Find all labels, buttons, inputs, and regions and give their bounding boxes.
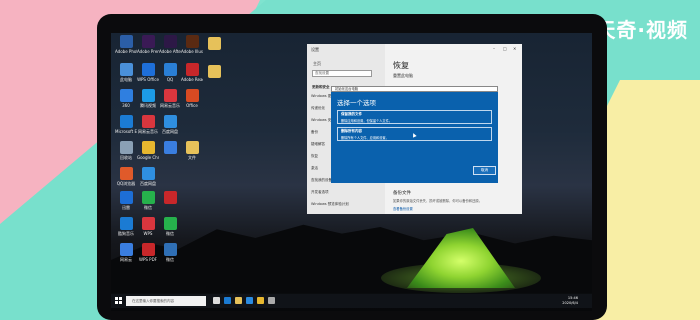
page-subtitle: 重置此电脑 [393,73,413,78]
desktop-icon[interactable] [203,37,225,50]
desktop-icon[interactable]: 百度网盘 [159,115,181,134]
taskbar: 在这里输入你要搜索的内容 15:46 2020/6/4 [111,294,592,308]
desktop-icon[interactable]: Adobe Reader [181,63,203,82]
page-title: 恢复 [393,61,409,70]
desktop-icon[interactable] [159,141,181,154]
desktop-icon[interactable]: Adobe After Effects [159,35,181,54]
backup-settings-link[interactable]: 查看备份设置 [393,206,413,211]
desktop-icon[interactable]: QQ [159,63,181,82]
option-description: 删除所有个人文件、应用和设置。 [341,136,389,140]
desktop-icon[interactable]: 微信 [137,191,159,210]
window-title: 设置 [311,47,319,52]
option-keep-files[interactable]: 保留我的文件 删除应用和设置，但保留个人文件。 [337,110,492,124]
option-title: 删除所有内容 [341,129,362,133]
desktop-icon[interactable]: 文件 [181,141,203,160]
desktop-icon[interactable] [159,191,181,204]
desktop-icon[interactable]: 网易云音乐 [159,89,181,108]
edge-icon[interactable] [224,297,231,304]
desktop-icon[interactable]: 百度网盘 [137,167,159,186]
sidebar-item[interactable]: 激活 [311,166,318,171]
clock-date: 2020/6/4 [562,300,578,305]
desktop-icon[interactable] [203,65,225,78]
backup-description: 如果你的原始文件丢失、损坏或被删除，你可以备份和还原。 [393,199,483,203]
desktop-icon[interactable]: 网易云 [115,243,137,262]
desktop-icon[interactable]: 网易云音乐 [137,115,159,134]
desktop-icon[interactable]: WPS Office [137,63,159,82]
desktop-icon[interactable]: WPS PDF [137,243,159,262]
sidebar-item[interactable]: 恢复 [311,154,318,159]
chrome-icon[interactable] [257,297,264,304]
sidebar-item[interactable]: 查找我的设备 [311,178,332,183]
desktop-icon[interactable]: Adobe Photoshop [115,35,137,54]
settings-search-input[interactable]: 查找设置 [312,70,372,77]
sidebar-item[interactable]: 疑难解答 [311,142,325,147]
dialog-title: 选择一个选项 [337,99,376,107]
desktop-icon[interactable]: 微信 [159,217,181,236]
sidebar-item[interactable]: Windows 预览体验计划 [311,202,349,207]
option-description: 删除应用和设置，但保留个人文件。 [341,119,392,123]
desktop-icon[interactable]: 回收站 [115,141,137,160]
desktop-icon[interactable]: Adobe Illustrator [181,35,203,54]
backup-heading: 备份文件 [393,191,411,196]
taskbar-search-input[interactable]: 在这里输入你要搜索的内容 [126,296,206,306]
desktop-icon[interactable]: QQ浏览器 [115,167,137,186]
desktop-icon[interactable]: 微信 [159,243,181,262]
task-view-icon[interactable] [213,297,220,304]
option-title: 保留我的文件 [341,112,362,116]
file-explorer-icon[interactable] [235,297,242,304]
watermark-logo: 天奇·视频 [595,18,688,42]
reset-options-dialog: 选择一个选项 保留我的文件 删除应用和设置，但保留个人文件。 删除所有内容 删除… [331,92,498,183]
sidebar-item[interactable]: 开发者选项 [311,190,329,195]
desktop-icon[interactable]: 此电脑 [115,63,137,82]
section-label: 更新和安全 [312,85,330,89]
close-icon[interactable]: ✕ [513,46,516,51]
desktop-icon[interactable]: Adobe Premiere [137,35,159,54]
desktop-icon[interactable]: 迅雷 [115,191,137,210]
home-link[interactable]: 主页 [313,61,321,67]
store-icon[interactable] [246,297,253,304]
clock[interactable]: 15:46 2020/6/4 [562,296,578,305]
desktop-icon[interactable]: 腾讯视频 [137,89,159,108]
maximize-icon[interactable]: □ [503,46,507,51]
settings-gear-icon[interactable] [268,297,275,304]
sidebar-item[interactable]: 传递优化 [311,106,325,111]
desktop-icon[interactable]: 酷狗音乐 [115,217,137,236]
desktop-icon[interactable]: Google Chrome [137,141,159,160]
desktop-icon[interactable]: WPS [137,217,159,236]
desktop-icon[interactable]: Office [181,89,203,108]
desktop-icon[interactable]: 360 [115,89,137,108]
desktop-icon[interactable]: Microsoft Edge [115,115,137,134]
sidebar-item[interactable]: 备份 [311,130,318,135]
start-button[interactable] [115,297,122,304]
minimize-icon[interactable]: – [493,46,495,51]
cancel-button[interactable]: 取消 [473,166,496,175]
